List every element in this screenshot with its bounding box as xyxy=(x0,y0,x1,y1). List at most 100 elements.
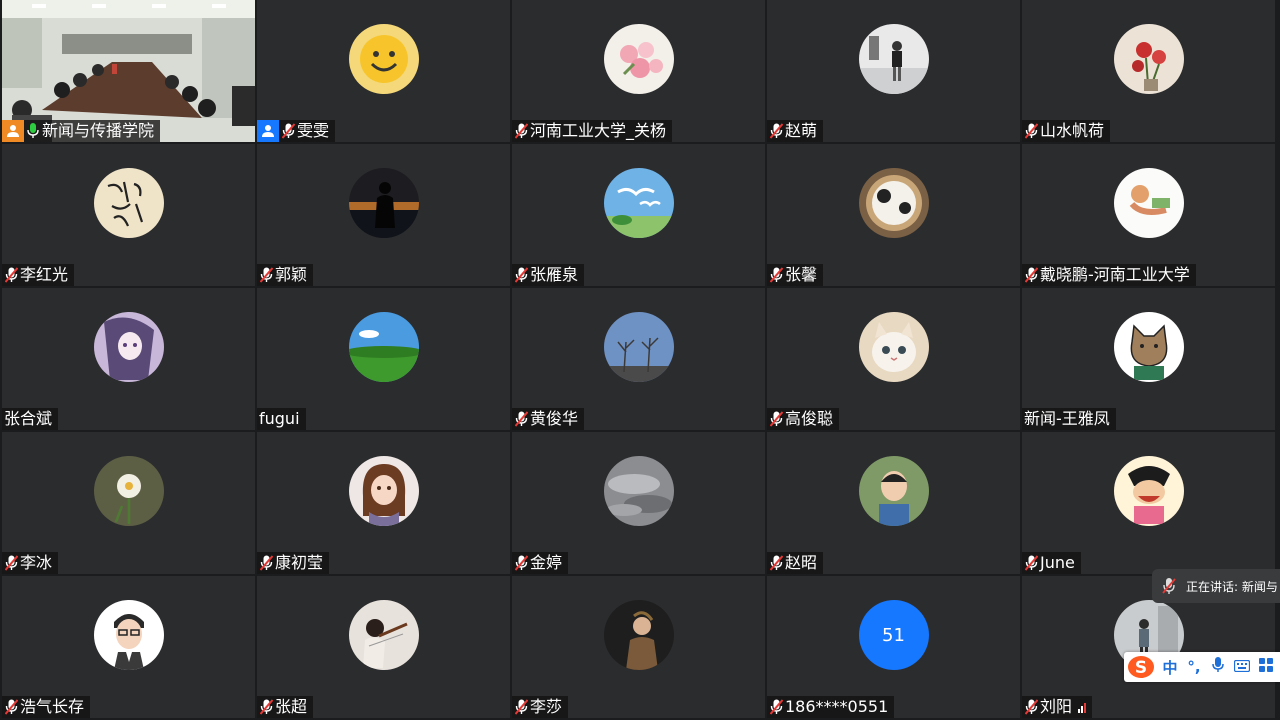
avatar xyxy=(93,312,164,382)
mic-muted-icon xyxy=(4,266,18,284)
participant-name: 郭颖 xyxy=(275,265,308,284)
participant-name: 高俊聪 xyxy=(785,409,834,428)
name-label-bar: 新闻-王雅凤 xyxy=(1022,408,1116,430)
participant-name: fugui xyxy=(259,409,300,428)
mic-muted-icon xyxy=(514,266,528,284)
avatar xyxy=(348,600,419,670)
ime-lang-toggle[interactable]: 中 xyxy=(1158,657,1182,678)
signal-strength-icon xyxy=(1078,701,1087,713)
participant-name: 李冰 xyxy=(20,553,53,572)
name-label-bar: 张馨 xyxy=(767,264,824,286)
participant-tile[interactable]: 李莎 xyxy=(512,576,765,718)
name-label-bar: fugui xyxy=(257,408,306,430)
sogou-logo-icon[interactable]: S xyxy=(1124,652,1158,682)
keyboard-icon[interactable] xyxy=(1230,658,1254,676)
participant-name: 张超 xyxy=(275,697,308,716)
participant-tile[interactable]: 张合斌 xyxy=(2,288,255,430)
avatar-initials: 51 xyxy=(882,624,905,646)
speaking-text: 正在讲话: 新闻与 xyxy=(1186,579,1278,594)
participant-tile[interactable]: June xyxy=(1022,432,1275,574)
participant-tile[interactable]: 李冰 xyxy=(2,432,255,574)
name-label-bar: 赵昭 xyxy=(767,552,824,574)
mic-muted-icon xyxy=(1024,554,1038,572)
avatar xyxy=(603,456,674,526)
mic-muted-icon xyxy=(1024,698,1038,716)
participant-name: 河南工业大学_关杨 xyxy=(530,121,667,140)
mic-icon[interactable] xyxy=(1206,657,1230,677)
participant-name: 浩气长存 xyxy=(20,697,85,716)
name-label-bar: 康初莹 xyxy=(257,552,330,574)
participant-tile[interactable]: 山水帆荷 xyxy=(1022,0,1275,142)
name-label-bar: 李红光 xyxy=(2,264,75,286)
participant-tile[interactable]: 雯雯 xyxy=(257,0,510,142)
name-label-bar: 李冰 xyxy=(2,552,59,574)
participant-tile[interactable]: 51 186****0551 xyxy=(767,576,1020,718)
name-label-bar: 黄俊华 xyxy=(512,408,585,430)
mic-muted-icon xyxy=(1024,266,1038,284)
participant-tile[interactable]: 张超 xyxy=(257,576,510,718)
name-label-bar: 刘阳 xyxy=(1022,696,1093,718)
mic-on-icon xyxy=(26,122,40,140)
participant-tile[interactable]: 黄俊华 xyxy=(512,288,765,430)
participant-name: 李红光 xyxy=(20,265,69,284)
participant-tile[interactable]: 金婷 xyxy=(512,432,765,574)
participant-name: 戴晓鹏-河南工业大学 xyxy=(1040,265,1190,284)
participant-tile[interactable]: 康初莹 xyxy=(257,432,510,574)
avatar xyxy=(1113,24,1184,94)
mic-muted-icon xyxy=(769,410,783,428)
name-label-bar: 高俊聪 xyxy=(767,408,840,430)
participant-tile[interactable]: 戴晓鹏-河南工业大学 xyxy=(1022,144,1275,286)
participant-tile[interactable]: 张雁泉 xyxy=(512,144,765,286)
name-label-bar: 浩气长存 xyxy=(2,696,91,718)
participant-tile[interactable]: 张馨 xyxy=(767,144,1020,286)
participant-grid: 新闻与传播学院 雯雯 河南工业大学_关杨 赵萌 山水帆荷李红光 郭颖 张雁泉 张馨 戴晓鹏-河南… xyxy=(2,0,1280,720)
participant-tile[interactable]: 高俊聪 xyxy=(767,288,1020,430)
avatar xyxy=(603,24,674,94)
name-label-bar: 张合斌 xyxy=(2,408,59,430)
avatar xyxy=(1113,312,1184,382)
participant-tile[interactable]: 浩气长存 xyxy=(2,576,255,718)
mic-muted-icon xyxy=(769,266,783,284)
avatar xyxy=(603,168,674,238)
avatar xyxy=(1113,168,1184,238)
participant-tile[interactable]: fugui xyxy=(257,288,510,430)
participant-name: 刘阳 xyxy=(1040,697,1073,716)
participant-name: 李莎 xyxy=(530,697,563,716)
participant-tile[interactable]: 河南工业大学_关杨 xyxy=(512,0,765,142)
participant-tile[interactable]: 赵昭 xyxy=(767,432,1020,574)
name-label-bar: 186****0551 xyxy=(767,696,895,718)
avatar xyxy=(858,456,929,526)
avatar xyxy=(603,600,674,670)
avatar xyxy=(858,312,929,382)
mic-muted-icon xyxy=(769,554,783,572)
avatar xyxy=(93,456,164,526)
name-label-bar: June xyxy=(1022,552,1081,574)
host-icon xyxy=(2,120,24,142)
participant-name: June xyxy=(1040,553,1075,572)
ime-toolbar[interactable]: S 中 °, xyxy=(1124,652,1280,682)
avatar: 51 xyxy=(858,600,929,670)
svg-text:S: S xyxy=(1135,658,1147,678)
mic-muted-icon xyxy=(259,266,273,284)
name-label-bar: 山水帆荷 xyxy=(1022,120,1111,142)
avatar xyxy=(93,600,164,670)
mic-muted-icon xyxy=(514,410,528,428)
mic-muted-icon xyxy=(514,698,528,716)
participant-name: 张馨 xyxy=(785,265,818,284)
mic-muted-icon xyxy=(514,122,528,140)
ime-punct-toggle[interactable]: °, xyxy=(1182,658,1206,676)
grid-icon[interactable] xyxy=(1254,658,1278,676)
participant-tile[interactable]: 新闻-王雅凤 xyxy=(1022,288,1275,430)
participant-tile[interactable]: 新闻与传播学院 xyxy=(2,0,255,142)
speaking-indicator: 正在讲话: 新闻与 xyxy=(1152,569,1280,603)
participant-tile[interactable]: 赵萌 xyxy=(767,0,1020,142)
mic-muted-icon xyxy=(4,698,18,716)
participant-name: 186****0551 xyxy=(785,697,889,716)
participant-name: 新闻-王雅凤 xyxy=(1024,409,1110,428)
participant-tile[interactable]: 李红光 xyxy=(2,144,255,286)
name-label-bar: 金婷 xyxy=(512,552,569,574)
participant-name: 山水帆荷 xyxy=(1040,121,1105,140)
participant-name: 张雁泉 xyxy=(530,265,579,284)
participant-tile[interactable]: 郭颖 xyxy=(257,144,510,286)
participant-name: 黄俊华 xyxy=(530,409,579,428)
